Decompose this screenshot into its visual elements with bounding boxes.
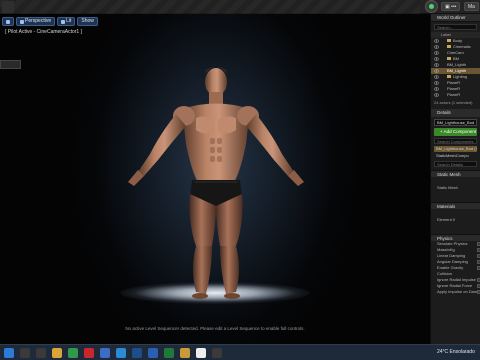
weather-status[interactable]: 24°C Ensolarado xyxy=(437,349,475,355)
taskview-icon[interactable] xyxy=(36,348,46,358)
material-element-0: Element 0 xyxy=(437,217,456,222)
tab-details[interactable]: Details xyxy=(431,109,480,117)
toolbar-icon[interactable] xyxy=(2,1,14,13)
level-viewport[interactable]: Perspective Lit Show [ Pilot Active - Ci… xyxy=(0,14,430,344)
outliner-row-label: PlaneR xyxy=(447,80,461,85)
property-label: Enable Gravity xyxy=(437,265,464,270)
toolbar-button[interactable]: ▣ ••• xyxy=(441,2,461,11)
component-static-mesh[interactable]: StaticMeshCompo xyxy=(434,153,477,159)
folder-icon[interactable] xyxy=(180,348,190,358)
outliner-list: Body Cinematic CineCam BM BM_Lighth BM_Lighth… xyxy=(431,38,480,98)
property-label: Ignore Radial Impulse xyxy=(437,277,476,282)
visibility-eye-icon[interactable] xyxy=(434,39,439,43)
visibility-eye-icon[interactable] xyxy=(434,69,439,73)
outliner-row-label: BM_Lighth xyxy=(447,68,467,73)
visibility-eye-icon[interactable] xyxy=(434,45,439,49)
outliner-row-label: BM xyxy=(453,56,459,61)
character-model[interactable] xyxy=(0,14,430,344)
right-panel: World Outliner Search... Label Body Cinem… xyxy=(430,14,480,344)
visibility-eye-icon[interactable] xyxy=(434,75,439,79)
store-icon[interactable] xyxy=(100,348,110,358)
visibility-eye-icon[interactable] xyxy=(434,87,439,91)
section-materials[interactable]: Materials xyxy=(431,202,480,209)
add-component-button[interactable]: + Add Component xyxy=(434,128,477,136)
outliner-row-label: Body xyxy=(453,38,463,43)
collision-properties: Ignore Radial Impulse Ignore Radial Force… xyxy=(431,277,480,295)
tab-world-outliner[interactable]: World Outliner xyxy=(431,14,480,22)
opera-icon[interactable] xyxy=(84,348,94,358)
search-icon[interactable] xyxy=(20,348,30,358)
property-label: Apply Impulse on Dam xyxy=(437,289,478,294)
visibility-eye-icon[interactable] xyxy=(434,93,439,97)
folder-icon xyxy=(447,39,451,42)
toolbar-background xyxy=(0,0,420,14)
section-physics[interactable]: Physics xyxy=(431,234,480,241)
toolbar-button-ma[interactable]: Ma xyxy=(464,2,479,11)
status-indicator-icon[interactable] xyxy=(425,0,438,13)
outliner-row-label: PlaneR xyxy=(447,86,461,91)
section-static-mesh[interactable]: Static Mesh xyxy=(431,170,480,177)
outliner-row-label: PlaneR xyxy=(447,92,461,97)
visibility-eye-icon[interactable] xyxy=(434,81,439,85)
property-label: Ignore Radial Force xyxy=(437,283,473,288)
edge-icon[interactable] xyxy=(116,348,126,358)
outliner-search-input[interactable]: Search... xyxy=(434,24,477,30)
property-label: Simulate Physics xyxy=(437,241,468,246)
explorer-icon[interactable] xyxy=(52,348,62,358)
viewport-message: No active Level Sequencer detected. Plea… xyxy=(125,326,305,331)
outliner-row[interactable]: PlaneR xyxy=(431,92,480,98)
details-search-input[interactable]: Search Details xyxy=(434,161,477,167)
excel-icon[interactable] xyxy=(164,348,174,358)
outliner-row-label: Cinematic xyxy=(453,44,471,49)
component-search-input[interactable]: Search Components xyxy=(434,138,477,144)
top-toolbar: ▣ ••• Ma xyxy=(0,0,480,14)
folder-icon xyxy=(447,75,451,78)
chrome-icon[interactable] xyxy=(68,348,78,358)
photoshop-icon[interactable] xyxy=(132,348,142,358)
outliner-row-label: CineCam xyxy=(447,50,464,55)
property-label: Angular Damping xyxy=(437,259,468,264)
terminal-icon[interactable] xyxy=(212,348,222,358)
physics-properties: Simulate Physics MassInKg Linear Damping An… xyxy=(431,241,480,271)
property-label: MassInKg xyxy=(437,247,455,252)
actor-name-field[interactable]: BM_Lighthouse_Bod xyxy=(434,119,477,126)
property-row: Apply Impulse on Dam xyxy=(431,289,480,295)
outliner-row-label: BM_Lighth xyxy=(447,62,467,67)
visibility-eye-icon[interactable] xyxy=(434,63,439,67)
actor-count: 24 actors (1 selected) xyxy=(434,100,473,105)
folder-icon xyxy=(447,57,451,60)
visibility-eye-icon[interactable] xyxy=(434,57,439,61)
outliner-row-label: Lighting xyxy=(453,74,468,79)
windows-icon[interactable] xyxy=(4,348,14,358)
taskbar: 24°C Ensolarado xyxy=(0,344,480,360)
property-label: Linear Damping xyxy=(437,253,466,258)
unreal-icon[interactable] xyxy=(196,348,206,358)
component-root[interactable]: BM_Lighthouse_Bod (I xyxy=(434,146,477,152)
word-icon[interactable] xyxy=(148,348,158,358)
visibility-eye-icon[interactable] xyxy=(434,51,439,55)
static-mesh-property: Static Mesh xyxy=(437,185,458,190)
folder-icon xyxy=(447,45,451,48)
